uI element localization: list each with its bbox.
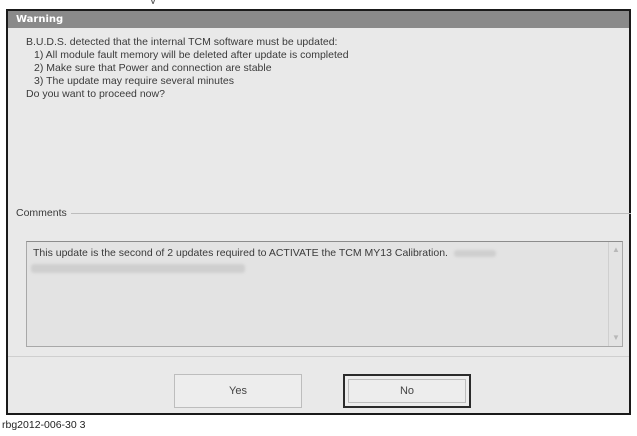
message-line-1: B.U.D.S. detected that the internal TCM … [26, 36, 338, 48]
message-line-4: 3) The update may require several minute… [34, 75, 234, 87]
scroll-down-icon[interactable]: ▼ [610, 332, 622, 344]
scroll-up-icon[interactable]: ▲ [610, 244, 622, 256]
background-text-fragment: y [150, 0, 170, 4]
message-line-3: 2) Make sure that Power and connection a… [34, 62, 272, 74]
comments-label: Comments [16, 207, 71, 219]
redacted-text [453, 249, 496, 257]
comments-text: This update is the second of 2 updates r… [33, 247, 603, 260]
dialog-title: Warning [8, 11, 629, 28]
button-area-divider [8, 356, 629, 357]
warning-message: B.U.D.S. detected that the internal TCM … [26, 36, 616, 101]
no-button[interactable]: No [343, 374, 471, 408]
figure-caption: rbg2012-006-30 3 [2, 419, 86, 431]
yes-button[interactable]: Yes [174, 374, 302, 408]
redacted-text-line-2 [31, 264, 245, 273]
message-line-5: Do you want to proceed now? [26, 88, 165, 100]
comments-body: This update is the second of 2 updates r… [33, 247, 448, 259]
message-line-2: 1) All module fault memory will be delet… [34, 49, 349, 61]
comments-textarea[interactable]: This update is the second of 2 updates r… [26, 241, 623, 347]
comments-scrollbar[interactable]: ▲ ▼ [608, 242, 622, 346]
